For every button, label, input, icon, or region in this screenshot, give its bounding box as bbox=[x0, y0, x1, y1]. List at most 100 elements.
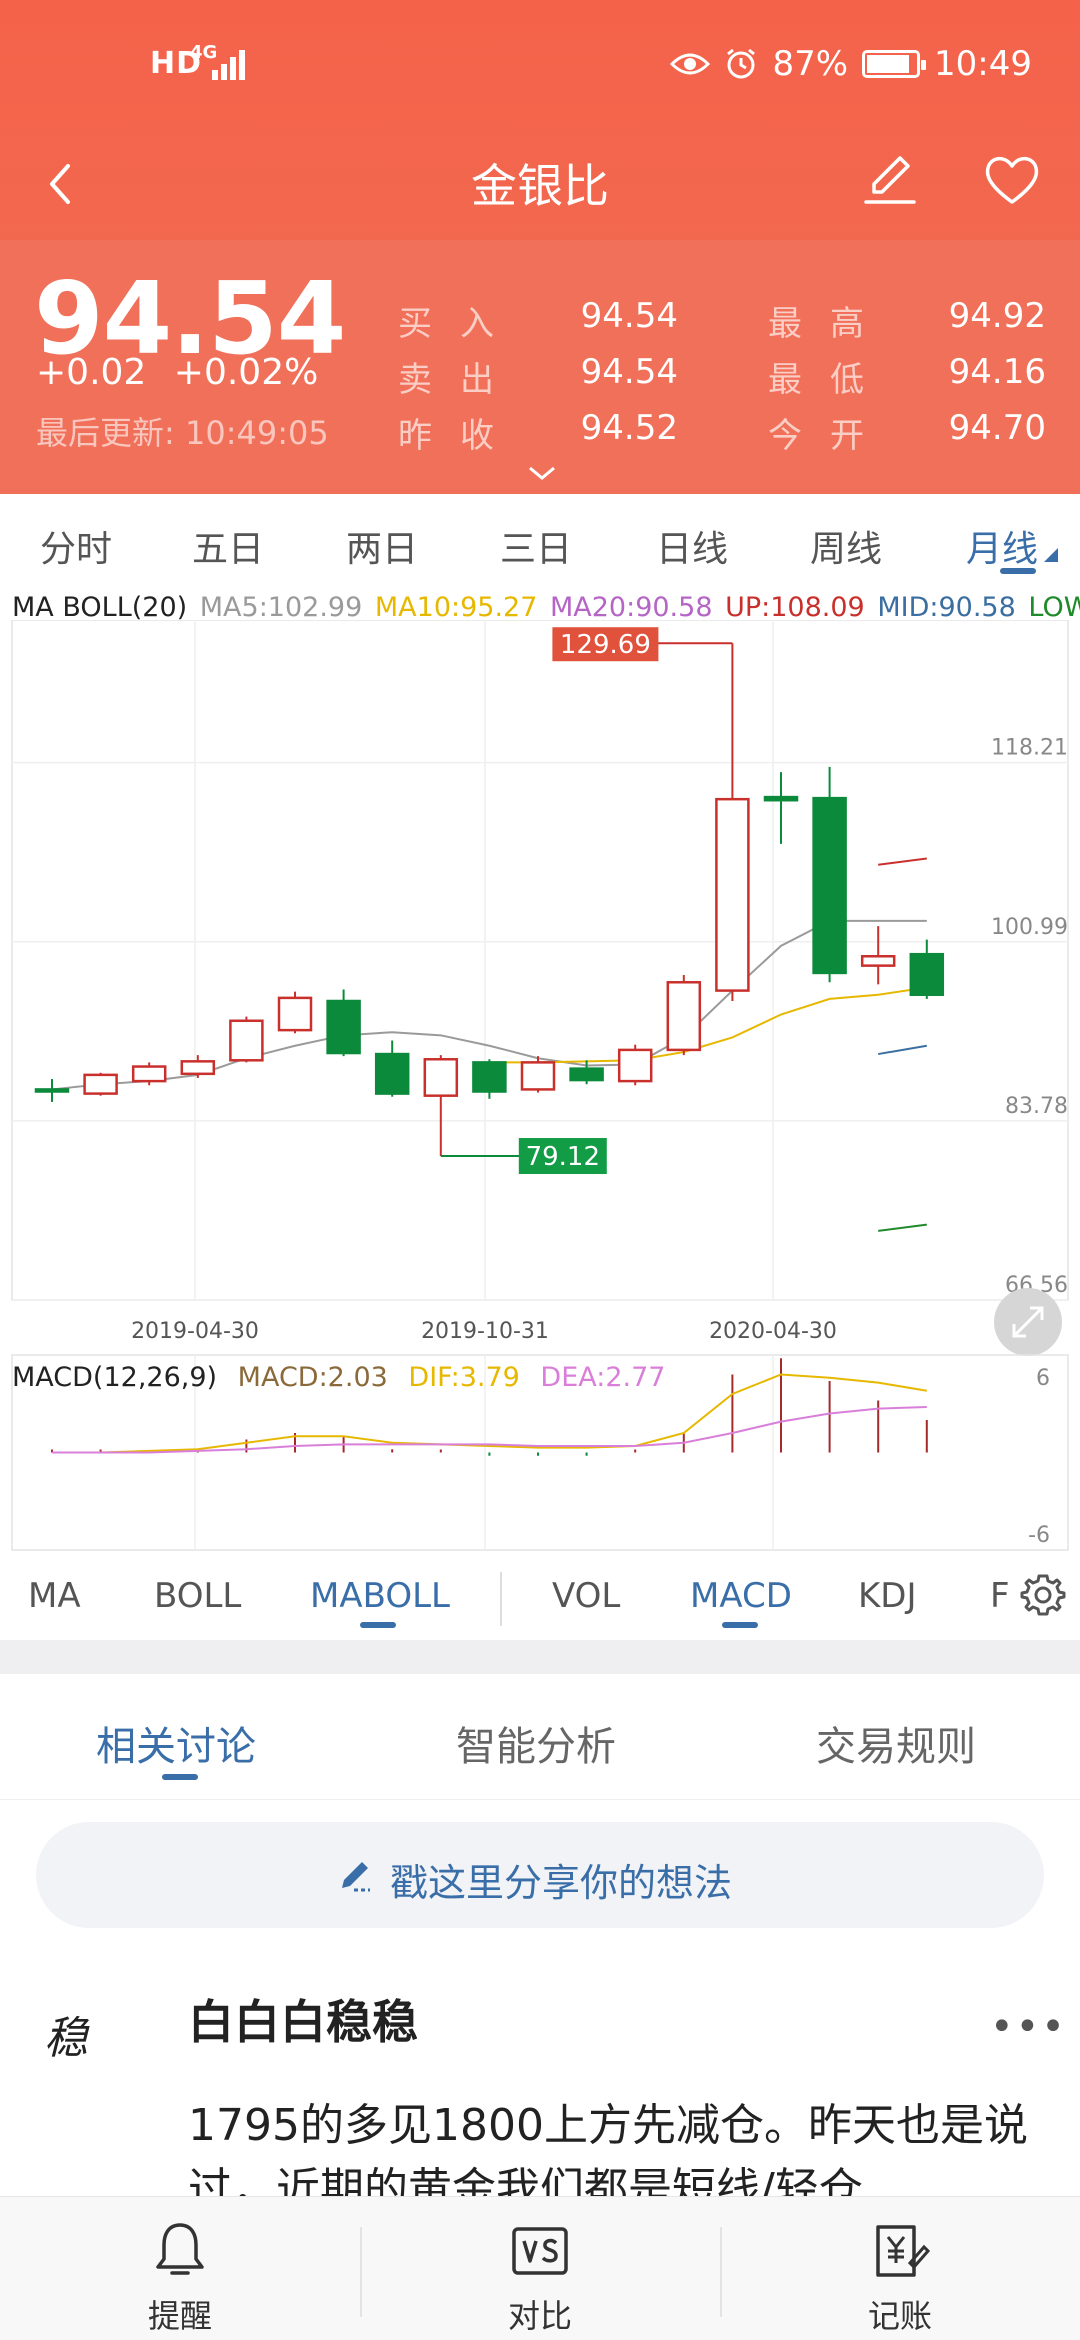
candle-body bbox=[520, 1061, 556, 1091]
update-label: 最后更新: bbox=[36, 414, 175, 452]
y-tick-label: 100.99 bbox=[991, 915, 1068, 940]
kline-chart[interactable]: 118.21100.9983.7866.56129.6979.122019-04… bbox=[0, 620, 1080, 1560]
tab-kdj[interactable]: KDJ bbox=[858, 1576, 917, 1616]
ask-value: 94.54 bbox=[580, 352, 678, 392]
remind-button[interactable]: 提醒 bbox=[0, 2197, 360, 2340]
candle-body bbox=[909, 952, 945, 997]
ledger-button[interactable]: 记账 bbox=[720, 2197, 1080, 2340]
bell-icon bbox=[156, 2223, 204, 2275]
update-time: 10:49:05 bbox=[184, 414, 329, 452]
quote-panel: 94.54 +0.02 +0.02% 最后更新: 10:49:05 买入 94.… bbox=[0, 240, 1080, 494]
low-value: 94.16 bbox=[948, 352, 1046, 392]
candle-body bbox=[83, 1073, 118, 1095]
gear-icon[interactable] bbox=[1018, 1570, 1068, 1620]
macd-value: MACD:2.03 bbox=[237, 1362, 388, 1393]
remind-label: 提醒 bbox=[147, 2297, 212, 2335]
nav-bar: 金银比 bbox=[0, 130, 1080, 240]
tab-weekly[interactable]: 周线 bbox=[810, 520, 882, 572]
tab-discussion[interactable]: 相关讨论 bbox=[96, 1714, 256, 1772]
tab-divider bbox=[500, 1572, 502, 1626]
price-change: +0.02 +0.02% bbox=[36, 352, 334, 393]
avatar[interactable]: 稳 bbox=[44, 2002, 134, 2072]
dif-value: DIF:3.79 bbox=[408, 1362, 520, 1393]
candle-body bbox=[715, 797, 750, 992]
macd-y-tick: 6 bbox=[1036, 1366, 1050, 1391]
tab-smart-analysis[interactable]: 智能分析 bbox=[456, 1714, 616, 1772]
candle-body bbox=[860, 955, 896, 967]
legend-low: LOW:73 bbox=[1028, 592, 1080, 623]
open-label: 今开 bbox=[768, 416, 892, 456]
alarm-icon bbox=[727, 48, 756, 79]
tab-vol[interactable]: VOL bbox=[552, 1576, 620, 1616]
more-icon[interactable]: ••• bbox=[990, 2004, 1067, 2050]
macd-legend: MACD(12,26,9) MACD:2.03 DIF:3.79 DEA:2.7… bbox=[12, 1362, 677, 1393]
macd-name: MACD(12,26,9) bbox=[12, 1362, 218, 1393]
bottom-bar: 提醒 对比 记账 bbox=[0, 2196, 1080, 2340]
legend-ma20: MA20:90.58 bbox=[549, 592, 713, 623]
discussion-underline bbox=[162, 1774, 198, 1780]
candle-body bbox=[617, 1048, 653, 1083]
tab-two-day[interactable]: 两日 bbox=[346, 520, 418, 572]
low-label: 最低 bbox=[768, 360, 892, 400]
tab-five-day[interactable]: 五日 bbox=[192, 520, 264, 572]
section-divider bbox=[0, 1640, 1080, 1674]
candle-body bbox=[812, 796, 847, 975]
tab-more[interactable]: F bbox=[990, 1576, 1008, 1616]
boll-up-line bbox=[878, 857, 927, 866]
change-pct: +0.02% bbox=[173, 352, 319, 393]
status-bar: HD 4G 87% 10:49 bbox=[0, 0, 1080, 130]
candle-body bbox=[423, 1058, 459, 1097]
tab-underline bbox=[1000, 568, 1036, 574]
tab-intraday[interactable]: 分时 bbox=[40, 520, 112, 572]
dropdown-corner-icon bbox=[1044, 548, 1058, 562]
tab-three-day[interactable]: 三日 bbox=[500, 520, 572, 572]
prev-close-value: 94.52 bbox=[580, 408, 678, 448]
candle-body bbox=[131, 1065, 167, 1083]
status-right: 87% 10:49 bbox=[670, 44, 1032, 84]
tab-trading-rules[interactable]: 交易规则 bbox=[816, 1714, 976, 1772]
tab-boll[interactable]: BOLL bbox=[154, 1576, 241, 1616]
ma10-line bbox=[489, 986, 927, 1064]
high-value: 94.92 bbox=[948, 296, 1046, 336]
chevron-down-icon[interactable] bbox=[526, 464, 558, 484]
x-tick-label: 2020-04-30 bbox=[709, 1319, 837, 1344]
macd-underline bbox=[722, 1622, 758, 1628]
boll-low-line bbox=[878, 1223, 927, 1232]
tab-ma[interactable]: MA bbox=[28, 1576, 81, 1616]
candle-body bbox=[277, 996, 313, 1032]
maboll-underline bbox=[360, 1622, 396, 1628]
x-tick-label: 2019-10-31 bbox=[421, 1319, 549, 1344]
ledger-label: 记账 bbox=[867, 2297, 932, 2335]
candle-body bbox=[229, 1019, 264, 1062]
tab-macd[interactable]: MACD bbox=[690, 1576, 792, 1616]
legend-up: UP:108.09 bbox=[725, 592, 865, 623]
candle-body bbox=[34, 1088, 70, 1093]
macd-y-tick: -6 bbox=[1028, 1523, 1050, 1548]
post-username[interactable]: 白白白稳稳 bbox=[188, 1986, 418, 2052]
high-label: 最高 bbox=[768, 304, 892, 344]
pencil-icon bbox=[342, 1862, 370, 1892]
tab-maboll[interactable]: MABOLL bbox=[310, 1576, 450, 1616]
section-tabs: 相关讨论 智能分析 交易规则 bbox=[0, 1674, 1080, 1800]
legend-ma10: MA10:95.27 bbox=[374, 592, 538, 623]
legend-mid: MID:90.58 bbox=[877, 592, 1016, 623]
candle-body bbox=[180, 1060, 216, 1076]
battery-percent: 87% bbox=[772, 44, 849, 84]
ask-label: 卖出 bbox=[398, 360, 522, 400]
y-tick-label: 83.78 bbox=[1005, 1094, 1068, 1119]
share-placeholder: 戳这里分享你的想法 bbox=[390, 1861, 733, 1905]
y-tick-label: 118.21 bbox=[991, 736, 1068, 761]
vs-icon bbox=[512, 2227, 568, 2275]
compare-button[interactable]: 对比 bbox=[360, 2197, 720, 2340]
change-abs: +0.02 bbox=[36, 352, 147, 393]
min-marker-label: 79.12 bbox=[526, 1142, 600, 1172]
tab-daily[interactable]: 日线 bbox=[656, 520, 728, 572]
candle-body bbox=[666, 981, 702, 1052]
open-value: 94.70 bbox=[948, 408, 1046, 448]
eye-icon bbox=[670, 53, 711, 75]
signal-icon bbox=[212, 48, 248, 80]
heart-icon[interactable] bbox=[980, 148, 1044, 212]
tab-monthly[interactable]: 月线 bbox=[966, 520, 1038, 572]
edit-icon[interactable] bbox=[858, 148, 922, 212]
share-input[interactable]: 戳这里分享你的想法 bbox=[36, 1822, 1044, 1928]
